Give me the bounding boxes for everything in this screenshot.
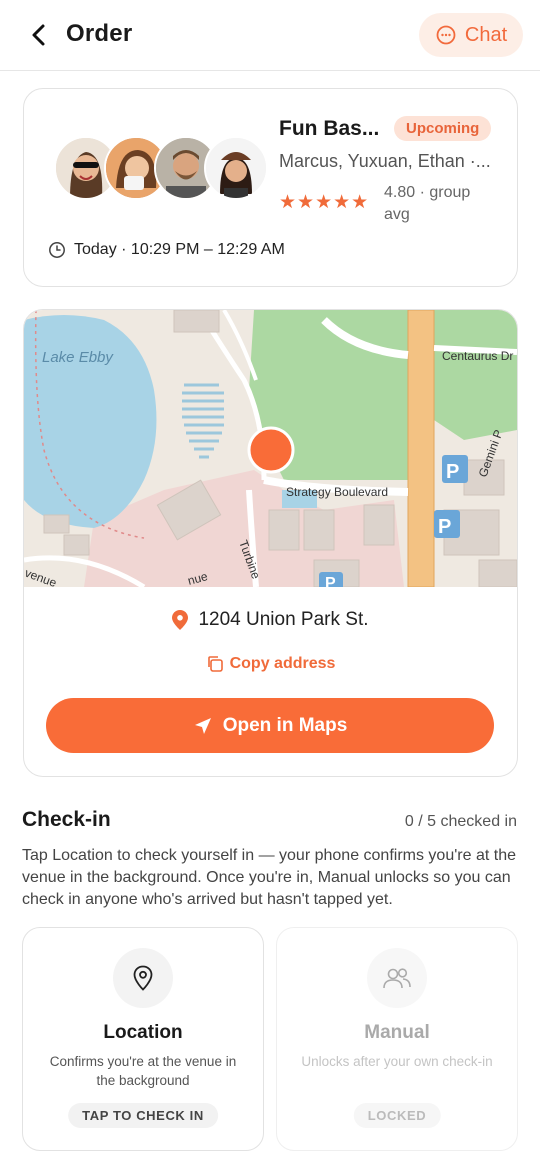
option-title: Location — [103, 1022, 183, 1043]
copy-address-button[interactable]: Copy address — [24, 655, 517, 673]
open-in-maps-button[interactable]: Open in Maps — [46, 698, 494, 753]
back-button[interactable] — [24, 20, 54, 50]
option-subtitle: Unlocks after your own check-in — [301, 1054, 493, 1069]
chevron-left-icon — [32, 24, 45, 46]
map-label-lake: Lake Ebby — [42, 349, 114, 366]
users-icon — [383, 968, 411, 989]
rating-text: 4.80 · group avg — [384, 184, 471, 223]
venue-map[interactable]: Lake Ebby P P P Strategy Boulevard Centa… — [24, 310, 517, 587]
svg-text:P: P — [438, 516, 451, 538]
location-card: Lake Ebby P P P Strategy Boulevard Centa… — [23, 309, 518, 777]
checkin-count: 0 / 5 checked in — [404, 813, 517, 830]
icon-circle — [113, 948, 173, 1008]
svg-text:P: P — [325, 575, 336, 587]
member-list: Marcus, Yuxuan, Ethan ·... — [279, 151, 491, 171]
checkin-title: Check-in — [22, 808, 111, 831]
tap-to-check-in-tag[interactable]: TAP TO CHECK IN — [68, 1103, 218, 1128]
option-subtitle: Confirms you're at the venue in the back… — [49, 1054, 237, 1088]
icon-circle — [367, 948, 427, 1008]
avatar-group — [54, 136, 268, 200]
page-title: Order — [66, 20, 133, 47]
svg-text:P: P — [446, 461, 459, 483]
copy-icon — [207, 656, 223, 672]
app-header: Order Chat — [0, 0, 540, 71]
location-checkin-option[interactable]: Location Confirms you're at the venue in… — [22, 927, 264, 1151]
copy-address-label: Copy address — [229, 655, 336, 672]
open-in-maps-label: Open in Maps — [222, 714, 348, 736]
address-row: 1204 Union Park St. — [24, 609, 517, 631]
address-text: 1204 Union Park St. — [198, 609, 369, 630]
locked-tag: LOCKED — [353, 1103, 441, 1128]
venue-location-marker[interactable] — [247, 426, 295, 474]
status-badge: Upcoming — [394, 116, 492, 141]
chat-button[interactable]: Chat — [419, 13, 523, 57]
manual-checkin-option: Manual Unlocks after your own check-in L… — [276, 927, 518, 1151]
star-rating: ★★★★★ — [279, 192, 370, 213]
navigation-arrow-icon — [194, 717, 211, 734]
avatar — [204, 136, 268, 200]
option-title: Manual — [364, 1022, 430, 1043]
map-label-road: Centaurus Dr — [442, 349, 513, 363]
map-pin-icon — [172, 610, 189, 630]
map-pin-icon — [133, 965, 153, 991]
time-text: Today · 10:29 PM – 12:29 AM — [74, 241, 285, 258]
order-summary-card[interactable]: Fun Bas... Upcoming Marcus, Yuxuan, Etha… — [23, 88, 518, 287]
checkin-description: Tap Location to check yourself in — your… — [22, 847, 516, 908]
group-name: Fun Bas... — [279, 117, 380, 140]
map-label-road: Strategy Boulevard — [286, 485, 388, 499]
chat-label: Chat — [464, 23, 508, 46]
time-row: Today · 10:29 PM – 12:29 AM — [48, 241, 285, 259]
clock-icon — [49, 242, 65, 258]
chat-bubble-icon — [436, 25, 456, 45]
